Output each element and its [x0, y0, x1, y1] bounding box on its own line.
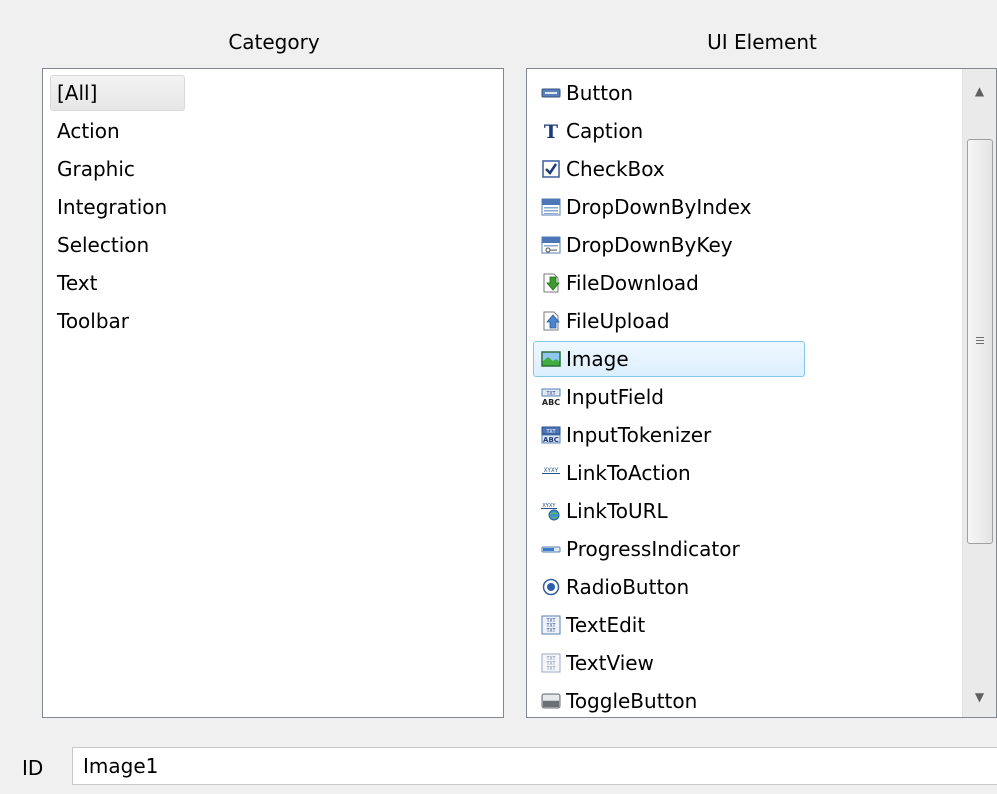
file-download-icon: [541, 273, 561, 293]
image-icon: [541, 349, 561, 369]
ui-element-header: UI Element: [707, 30, 817, 54]
ui-item-fileupload[interactable]: FileUpload: [533, 303, 670, 339]
ui-item-dropdownbykey[interactable]: DropDownByKey: [533, 227, 733, 263]
ui-item-dropdownbyindex[interactable]: DropDownByIndex: [533, 189, 751, 225]
svg-text:ABC: ABC: [542, 398, 560, 407]
ui-item-button[interactable]: Button: [533, 75, 633, 111]
ui-item-label: DropDownByKey: [566, 233, 733, 257]
ui-item-radiobutton[interactable]: RadioButton: [533, 569, 689, 605]
svg-text:TXT: TXT: [546, 666, 555, 672]
scroll-up-icon[interactable]: ▲: [963, 75, 996, 107]
grip-line: [976, 343, 984, 344]
toggle-button-icon: [541, 691, 561, 711]
grip-line: [976, 337, 984, 338]
ui-item-label: TextView: [566, 651, 654, 675]
svg-text:TXT: TXT: [546, 391, 555, 397]
ui-item-label: LinkToAction: [566, 461, 691, 485]
ui-item-label: TextEdit: [566, 613, 646, 637]
grip-line: [976, 340, 984, 341]
svg-text:XYXY: XYXY: [544, 467, 559, 474]
ui-item-label: CheckBox: [566, 157, 665, 181]
ui-item-label: InputField: [566, 385, 664, 409]
checkbox-icon: [541, 159, 561, 179]
category-item-integration[interactable]: Integration: [50, 189, 167, 225]
dropdown-by-key-icon: [541, 235, 561, 255]
ui-element-picker: Category UI Element [All] Action Graphic…: [0, 0, 997, 794]
text-edit-icon: TXT TXT TXT: [541, 615, 561, 635]
id-input[interactable]: [72, 747, 997, 785]
category-list[interactable]: [All] Action Graphic Integration Selecti…: [42, 68, 504, 718]
ui-item-checkbox[interactable]: CheckBox: [533, 151, 665, 187]
caption-icon: T: [541, 121, 561, 141]
svg-text:TXT: TXT: [546, 628, 555, 634]
id-label: ID: [22, 756, 44, 780]
file-upload-icon: [541, 311, 561, 331]
ui-item-label: FileUpload: [566, 309, 670, 333]
ui-item-progressindicator[interactable]: ProgressIndicator: [533, 531, 740, 567]
ui-item-label: RadioButton: [566, 575, 690, 599]
svg-text:ABC: ABC: [543, 436, 559, 444]
input-field-icon: TXT ABC: [541, 387, 561, 407]
ui-item-label: ToggleButton: [566, 689, 698, 713]
ui-item-linktoaction[interactable]: XYXY LinkToAction: [533, 455, 691, 491]
svg-text:TXT: TXT: [546, 429, 555, 435]
ui-item-caption[interactable]: T Caption: [533, 113, 643, 149]
category-item-all[interactable]: [All]: [50, 75, 185, 111]
ui-item-label: FileDownload: [566, 271, 699, 295]
category-item-text[interactable]: Text: [50, 265, 97, 301]
progress-indicator-icon: [541, 539, 561, 559]
text-view-icon: TXT TXT TXT: [541, 653, 561, 673]
ui-item-inputfield[interactable]: TXT ABC InputField: [533, 379, 664, 415]
input-tokenizer-icon: TXT ABC: [541, 425, 561, 445]
ui-item-label: InputTokenizer: [566, 423, 712, 447]
ui-list-scrollbar[interactable]: ▲ ▼: [962, 69, 996, 717]
ui-item-label: LinkToURL: [566, 499, 668, 523]
ui-item-linktourl[interactable]: XYXY LinkToURL: [533, 493, 668, 529]
ui-item-image[interactable]: Image: [533, 341, 805, 377]
ui-item-togglebutton[interactable]: ToggleButton: [533, 683, 698, 717]
ui-item-textedit[interactable]: TXT TXT TXT TextEdit: [533, 607, 645, 643]
ui-item-label: ProgressIndicator: [566, 537, 740, 561]
scroll-down-icon[interactable]: ▼: [963, 681, 996, 713]
category-header: Category: [228, 30, 320, 54]
ui-item-filedownload[interactable]: FileDownload: [533, 265, 699, 301]
scrollbar-thumb[interactable]: [967, 139, 993, 544]
category-item-action[interactable]: Action: [50, 113, 120, 149]
link-to-action-icon: XYXY: [541, 463, 561, 483]
link-to-url-icon: XYXY: [541, 501, 561, 521]
ui-item-label: Button: [566, 81, 633, 105]
ui-item-label: Image: [566, 347, 629, 371]
button-icon: [541, 83, 561, 103]
dropdown-by-index-icon: [541, 197, 561, 217]
category-item-graphic[interactable]: Graphic: [50, 151, 135, 187]
radio-button-icon: [541, 577, 561, 597]
ui-element-list[interactable]: Button T Caption CheckBox DropDownByInde…: [526, 68, 997, 718]
svg-text:T: T: [544, 121, 558, 141]
ui-item-textview[interactable]: TXT TXT TXT TextView: [533, 645, 654, 681]
ui-item-inputtokenizer[interactable]: TXT ABC InputTokenizer: [533, 417, 711, 453]
ui-item-label: Caption: [566, 119, 644, 143]
category-item-toolbar[interactable]: Toolbar: [50, 303, 129, 339]
ui-item-label: DropDownByIndex: [566, 195, 752, 219]
category-item-selection[interactable]: Selection: [50, 227, 149, 263]
